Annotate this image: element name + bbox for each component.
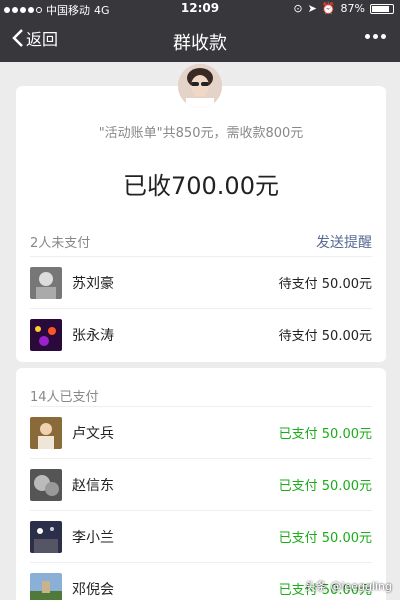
organizer-avatar (178, 64, 222, 108)
unpaid-row[interactable]: 张永涛 待支付 50.00元 (30, 308, 372, 360)
bill-summary: "活动账单"共850元，需收款800元 (98, 126, 304, 141)
collected-amount: 已收700.00元 (123, 172, 279, 200)
watermark: 头条 @leeggling (304, 580, 392, 593)
member-name: 苏刘豪 (72, 275, 114, 292)
summary-card: "活动账单"共850元，需收款800元 已收700.00元 2人未支付 发送提醒… (16, 86, 386, 362)
member-name: 赵信东 (72, 477, 114, 494)
paid-row[interactable]: 李小兰 已支付 50.00元 (30, 510, 372, 562)
avatar (30, 572, 62, 600)
unpaid-count: 2人未支付 (30, 236, 91, 251)
avatar (30, 416, 62, 449)
status-right: ⊙ ➤ ⏰ 87% (293, 2, 394, 15)
member-name: 卢文兵 (72, 425, 114, 442)
paid-card: 14人已支付 卢文兵 已支付 50.00元 赵信东 已支付 50.00元 李小兰… (16, 368, 386, 600)
battery-percent: 87% (340, 2, 365, 15)
more-dot-icon (373, 34, 378, 39)
paid-count: 14人已支付 (30, 390, 99, 405)
member-name: 邓倪会 (72, 581, 114, 598)
lock-rotation-icon: ⊙ (293, 2, 303, 15)
avatar (30, 318, 62, 351)
unpaid-header: 2人未支付 发送提醒 (30, 232, 372, 252)
paid-row[interactable]: 赵信东 已支付 50.00元 (30, 458, 372, 510)
payment-status: 待支付 50.00元 (278, 329, 372, 344)
nav-bar: 返回 群收款 (0, 18, 400, 62)
avatar (30, 520, 62, 553)
member-name: 张永涛 (72, 327, 114, 344)
avatar (30, 468, 62, 501)
more-dot-icon (381, 34, 386, 39)
payment-status: 已支付 50.00元 (278, 427, 372, 442)
avatar (30, 266, 62, 299)
send-reminder-link[interactable]: 发送提醒 (316, 232, 372, 252)
more-dot-icon (365, 34, 370, 39)
payment-status: 待支付 50.00元 (278, 277, 372, 292)
alarm-icon: ⏰ (321, 2, 336, 15)
payment-status: 已支付 50.00元 (278, 479, 372, 494)
page-title: 群收款 (173, 33, 227, 54)
member-name: 李小兰 (72, 529, 114, 546)
battery-icon (370, 3, 394, 14)
payment-status: 已支付 50.00元 (278, 531, 372, 546)
more-button[interactable] (365, 34, 386, 39)
unpaid-row[interactable]: 苏刘豪 待支付 50.00元 (30, 256, 372, 308)
paid-row[interactable]: 卢文兵 已支付 50.00元 (30, 406, 372, 458)
paid-header: 14人已支付 (30, 386, 372, 405)
location-icon: ➤ (307, 2, 317, 15)
status-bar: 中国移动 4G 12:09 ⊙ ➤ ⏰ 87% (0, 0, 400, 18)
